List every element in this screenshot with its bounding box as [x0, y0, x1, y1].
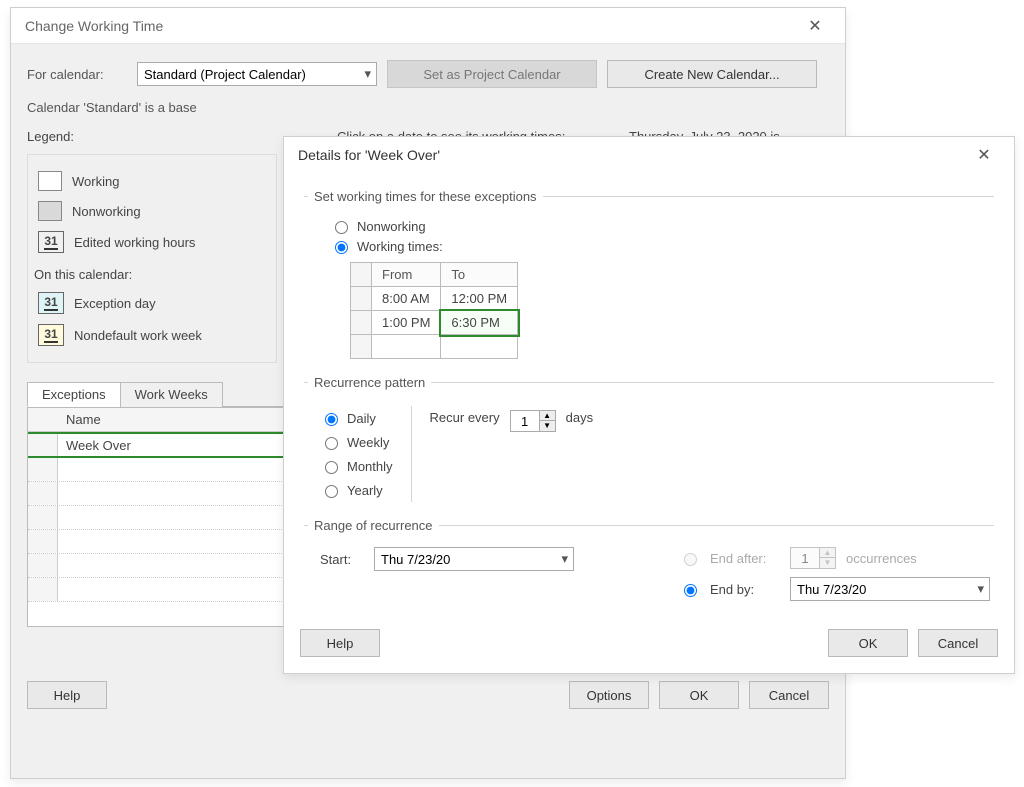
calendar-day-icon: 31: [38, 324, 64, 346]
legend-nondefault-week: 31 Nondefault work week: [38, 324, 272, 346]
working-times-table[interactable]: From To 8:00 AM 12:00 PM 1:00 PM 6:30 PM: [350, 262, 518, 359]
start-date-value[interactable]: [374, 547, 574, 571]
spinner-up-icon[interactable]: ▲: [539, 411, 555, 421]
radio-daily[interactable]: [325, 413, 338, 426]
end-after-label: End after:: [710, 551, 780, 566]
recur-every-label: Recur every: [430, 410, 500, 425]
tab-exceptions[interactable]: Exceptions: [27, 382, 121, 407]
recurrence-pattern-label: Recurrence pattern: [308, 375, 431, 390]
calendar-day-icon: 31: [38, 231, 64, 253]
legend-exception-day: 31 Exception day: [38, 292, 272, 314]
on-this-calendar-label: On this calendar:: [34, 267, 272, 282]
cancel-button[interactable]: Cancel: [749, 681, 829, 709]
radio-working-times[interactable]: [335, 241, 348, 254]
tab-work-weeks[interactable]: Work Weeks: [120, 382, 223, 407]
ok-button[interactable]: OK: [828, 629, 908, 657]
start-date-select[interactable]: ▾: [374, 547, 574, 571]
end-after-count-input: [791, 548, 819, 568]
time-cell-selected[interactable]: 6:30 PM: [441, 311, 518, 335]
recur-count-spinner[interactable]: ▲ ▼: [510, 410, 556, 432]
help-button[interactable]: Help: [27, 681, 107, 709]
details-dialog: Details for 'Week Over' ✕ Set working ti…: [283, 136, 1015, 674]
occurrences-label: occurrences: [846, 551, 917, 566]
close-icon[interactable]: ✕: [964, 137, 1004, 173]
end-by-date-value[interactable]: [790, 577, 990, 601]
set-working-times-label: Set working times for these exceptions: [308, 189, 543, 204]
calendar-base-text: Calendar 'Standard' is a base: [27, 100, 829, 115]
for-calendar-select[interactable]: ▾: [137, 62, 377, 86]
legend-label: Legend:: [27, 129, 277, 144]
for-calendar-label: For calendar:: [27, 67, 127, 82]
column-from: From: [372, 263, 441, 287]
radio-end-after: [684, 553, 697, 566]
help-button[interactable]: Help: [300, 629, 380, 657]
radio-end-by[interactable]: [684, 584, 697, 597]
details-dialog-title: Details for 'Week Over': [298, 147, 964, 163]
calendar-day-icon: 31: [38, 292, 64, 314]
end-by-label: End by:: [710, 582, 780, 597]
titlebar: Change Working Time ✕: [11, 8, 845, 44]
time-row[interactable]: [351, 335, 518, 359]
end-by-date-select[interactable]: ▾: [790, 577, 990, 601]
dialog-title: Change Working Time: [25, 18, 795, 34]
recur-unit-label: days: [566, 410, 593, 425]
for-calendar-value[interactable]: [137, 62, 377, 86]
ok-button[interactable]: OK: [659, 681, 739, 709]
spinner-up-icon: ▲: [819, 548, 835, 558]
start-label: Start:: [320, 552, 364, 567]
legend-nonworking: Nonworking: [38, 201, 272, 221]
create-new-calendar-button[interactable]: Create New Calendar...: [607, 60, 817, 88]
column-to: To: [441, 263, 518, 287]
radio-yearly[interactable]: [325, 485, 338, 498]
spinner-down-icon[interactable]: ▼: [539, 421, 555, 431]
time-row[interactable]: 1:00 PM 6:30 PM: [351, 311, 518, 335]
options-button[interactable]: Options: [569, 681, 649, 709]
time-row[interactable]: 8:00 AM 12:00 PM: [351, 287, 518, 311]
legend-working: Working: [38, 171, 272, 191]
legend-edited-hours: 31 Edited working hours: [38, 231, 272, 253]
cancel-button[interactable]: Cancel: [918, 629, 998, 657]
set-as-project-calendar-button[interactable]: Set as Project Calendar: [387, 60, 597, 88]
close-icon[interactable]: ✕: [795, 8, 835, 44]
recur-count-input[interactable]: [511, 411, 539, 431]
range-of-recurrence-label: Range of recurrence: [308, 518, 439, 533]
radio-nonworking[interactable]: [335, 221, 348, 234]
radio-weekly[interactable]: [325, 437, 338, 450]
radio-monthly[interactable]: [325, 461, 338, 474]
spinner-down-icon: ▼: [819, 558, 835, 568]
end-after-count-spinner: ▲ ▼: [790, 547, 836, 569]
